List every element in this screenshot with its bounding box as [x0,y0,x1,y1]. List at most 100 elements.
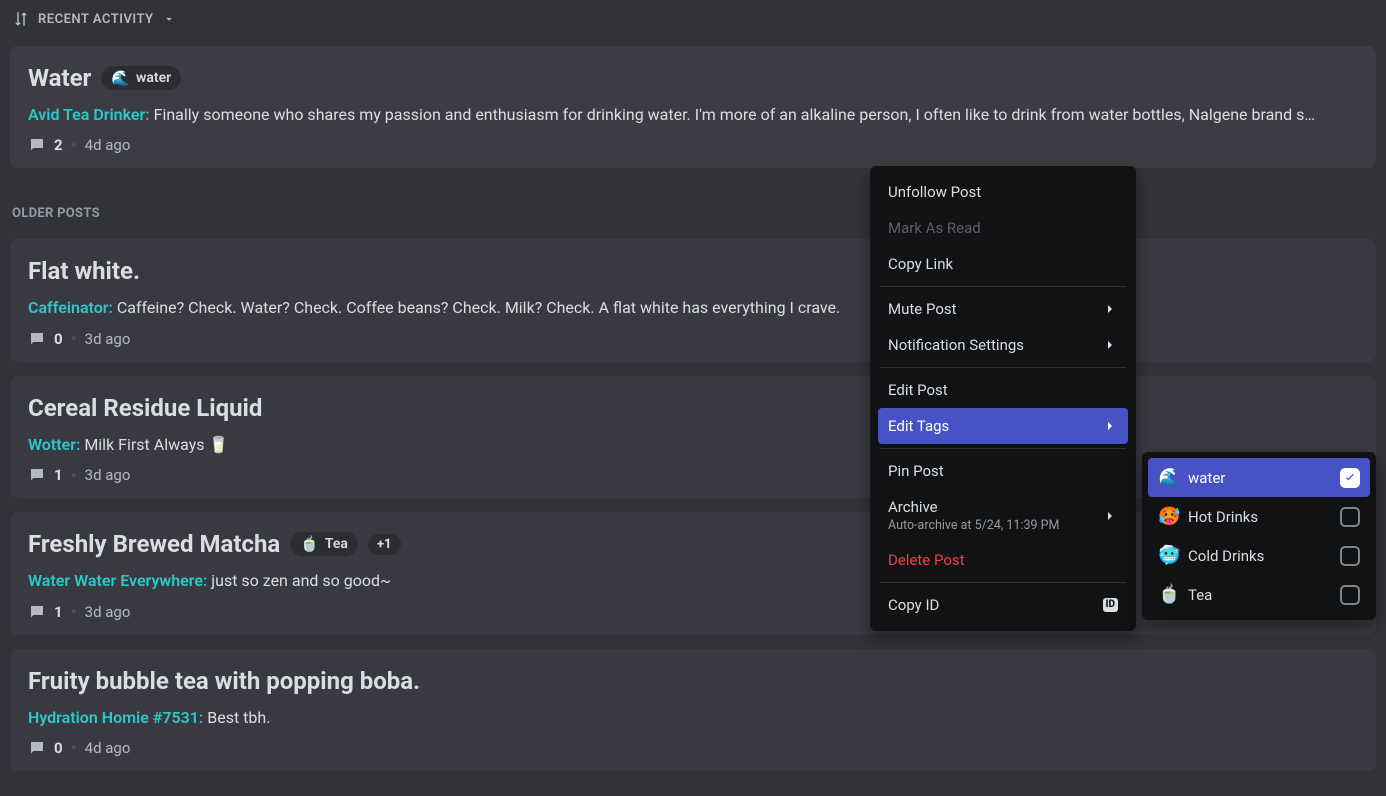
menu-separator [880,367,1126,368]
post-age: 3d ago [85,466,131,484]
post-age: 4d ago [85,739,131,757]
post-meta: 0 ● 3d ago [28,330,1358,348]
hot-face-icon: 🥵 [1158,506,1178,527]
menu-copy-link[interactable]: Copy Link [878,246,1128,282]
menu-separator [880,582,1126,583]
tag-option-tea[interactable]: 🍵 Tea [1148,575,1370,614]
post-age: 4d ago [85,136,131,154]
tea-icon: 🍵 [300,535,319,553]
wave-icon: 🌊 [1158,467,1178,488]
tag-chip[interactable]: 🍵 Tea [290,532,358,556]
separator-dot: ● [71,470,77,481]
menu-separator [880,448,1126,449]
menu-unfollow[interactable]: Unfollow Post [878,174,1128,210]
tag-option-hot-drinks[interactable]: 🥵 Hot Drinks [1148,497,1370,536]
post-text: Milk First Always 🥛 [84,435,228,454]
menu-archive[interactable]: Archive Auto-archive at 5/24, 11:39 PM [878,489,1128,542]
tag-option-cold-drinks[interactable]: 🥶 Cold Drinks [1148,536,1370,575]
wave-icon: 🌊 [111,69,130,87]
separator-dot: ● [71,742,77,753]
post-meta: 2 ● 4d ago [28,136,1358,154]
post-body: Caffeinator: Caffeine? Check. Water? Che… [28,297,1358,319]
menu-separator [880,286,1126,287]
menu-mark-read: Mark As Read [878,210,1128,246]
post-text: Best tbh. [207,708,270,727]
menu-pin[interactable]: Pin Post [878,453,1128,489]
post-context-menu: Unfollow Post Mark As Read Copy Link Mut… [870,166,1136,631]
forum-post[interactable]: Flat white. Caffeinator: Caffeine? Check… [10,239,1376,361]
comment-count: 0 [54,739,63,757]
post-author: Avid Tea Drinker: [28,105,150,124]
edit-tags-popout: 🌊 water 🥵 Hot Drinks 🥶 Cold Drinks 🍵 Tea [1142,452,1376,620]
post-text: Finally someone who shares my passion an… [154,105,1316,124]
comment-icon [28,466,46,484]
tag-label: Tea [325,536,348,552]
tea-icon: 🍵 [1158,584,1178,605]
chevron-right-icon [1102,337,1118,353]
tag-label: water [136,70,171,86]
cold-face-icon: 🥶 [1158,545,1178,566]
post-meta: 0 ● 4d ago [28,739,1358,757]
post-text: Caffeine? Check. Water? Check. Coffee be… [117,298,840,317]
menu-mute[interactable]: Mute Post [878,291,1128,327]
chevron-right-icon [1102,418,1118,434]
checkbox-unchecked[interactable] [1340,585,1360,605]
separator-dot: ● [71,140,77,151]
menu-edit-tags[interactable]: Edit Tags [878,408,1128,444]
sort-label: RECENT ACTIVITY [38,12,154,27]
comment-icon [28,739,46,757]
post-author: Caffeinator: [28,298,113,317]
post-title: Cereal Residue Liquid [28,394,262,422]
forum-post[interactable]: Fruity bubble tea with popping boba. Hyd… [10,649,1376,771]
tag-option-label: Hot Drinks [1188,508,1258,526]
menu-delete[interactable]: Delete Post [878,542,1128,578]
tag-option-label: water [1188,469,1225,487]
post-age: 3d ago [85,330,131,348]
post-author: Wotter: [28,435,80,454]
comment-count: 1 [54,466,63,484]
post-header: Water 🌊 water [28,64,1358,92]
post-body: Hydration Homie #7531: Best tbh. [28,707,1358,729]
separator-dot: ● [71,333,77,344]
chevron-right-icon [1102,301,1118,317]
post-author: Water Water Everywhere: [28,571,207,590]
tag-chip[interactable]: 🌊 water [101,66,181,90]
post-body: Avid Tea Drinker: Finally someone who sh… [28,104,1358,126]
comment-count: 1 [54,603,63,621]
tag-option-water[interactable]: 🌊 water [1148,458,1370,497]
menu-notification-settings[interactable]: Notification Settings [878,327,1128,363]
extra-tags-chip[interactable]: +1 [368,534,401,555]
menu-copy-id[interactable]: Copy ID ID [878,587,1128,623]
post-title: Water [28,64,91,92]
checkbox-unchecked[interactable] [1340,507,1360,527]
comment-icon [28,330,46,348]
checkbox-checked[interactable] [1340,468,1360,488]
post-header: Fruity bubble tea with popping boba. [28,667,1358,695]
post-title: Flat white. [28,257,140,285]
menu-edit-post[interactable]: Edit Post [878,372,1128,408]
chevron-right-icon [1102,508,1118,524]
sort-icon [12,10,30,28]
post-title: Fruity bubble tea with popping boba. [28,667,420,695]
post-author: Hydration Homie #7531: [28,708,203,727]
older-posts-label: OLDER POSTS [0,182,1386,231]
comment-icon [28,136,46,154]
separator-dot: ● [71,606,77,617]
comment-count: 0 [54,330,63,348]
post-header: Cereal Residue Liquid [28,394,1358,422]
forum-post[interactable]: Water 🌊 water Avid Tea Drinker: Finally … [10,46,1376,168]
id-badge-icon: ID [1103,598,1118,612]
comment-icon [28,603,46,621]
post-text: just so zen and so good~ [211,571,391,590]
archive-subtext: Auto-archive at 5/24, 11:39 PM [888,518,1059,533]
check-icon [1343,471,1357,485]
post-header: Flat white. [28,257,1358,285]
chevron-down-icon [162,12,176,26]
post-age: 3d ago [85,603,131,621]
comment-count: 2 [54,136,63,154]
tag-option-label: Tea [1188,586,1212,604]
post-title: Freshly Brewed Matcha [28,530,280,558]
checkbox-unchecked[interactable] [1340,546,1360,566]
tag-option-label: Cold Drinks [1188,547,1264,565]
sort-dropdown[interactable]: RECENT ACTIVITY [0,0,1386,38]
